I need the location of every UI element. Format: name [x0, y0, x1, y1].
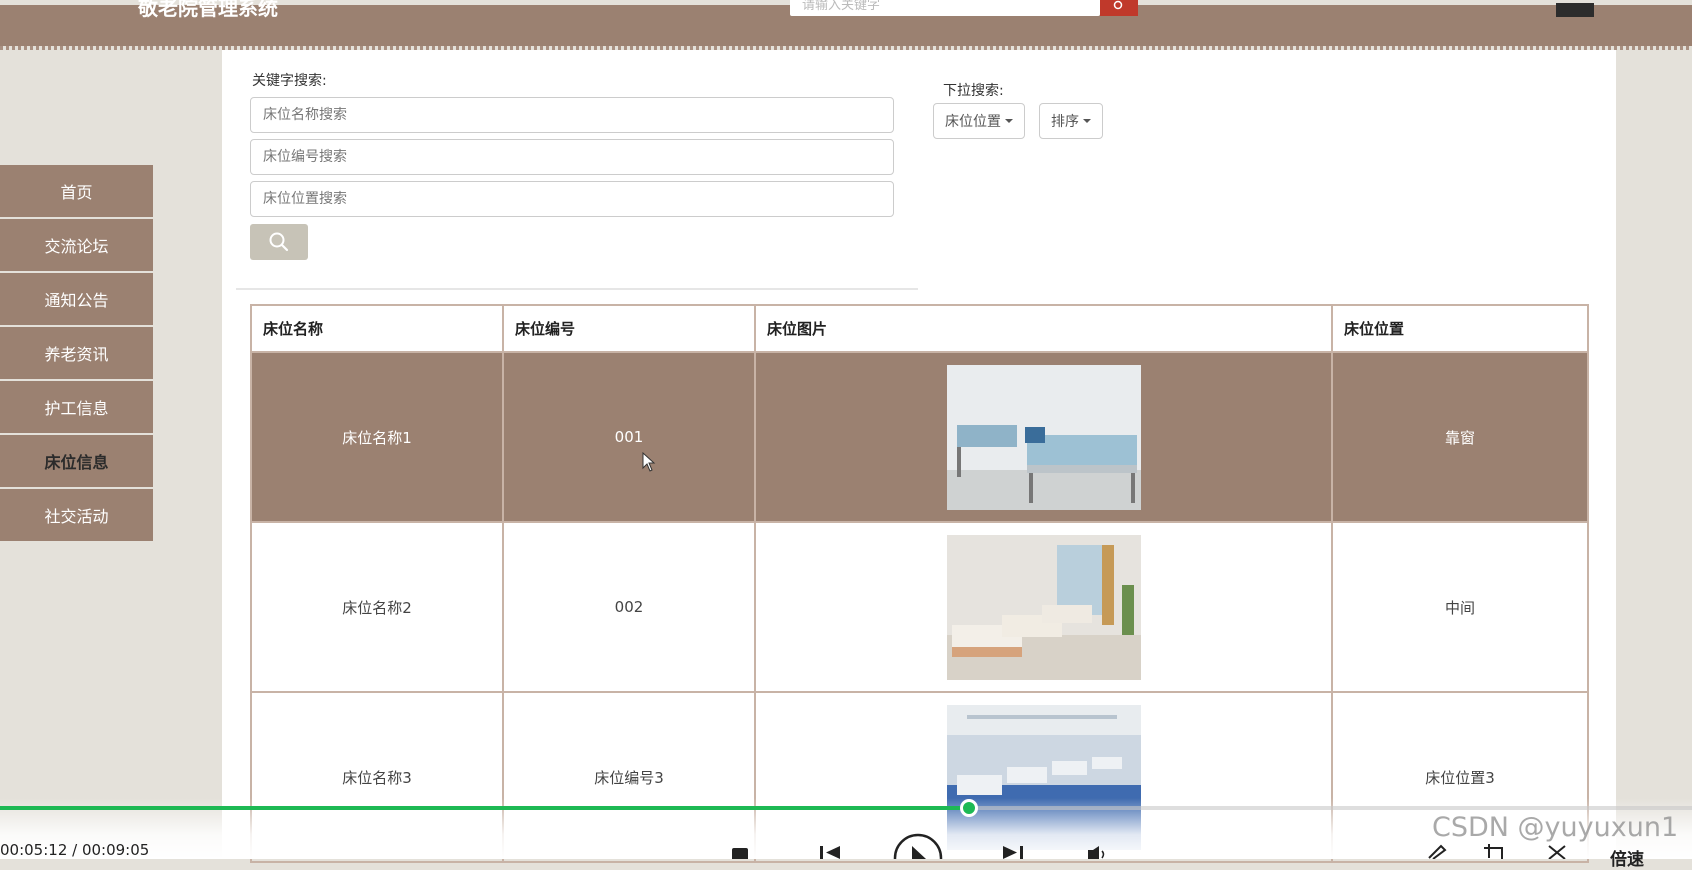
- bed-name-cell: 床位名称2: [250, 521, 504, 693]
- stop-icon[interactable]: [732, 848, 748, 859]
- table-row[interactable]: 床位名称2 002 中间: [250, 521, 1589, 693]
- section-divider: [236, 288, 918, 290]
- table-header-row: 床位名称 床位编号 床位图片 床位位置: [250, 304, 1589, 353]
- column-header-bed-number[interactable]: 床位编号: [502, 304, 756, 353]
- previous-icon[interactable]: [818, 846, 842, 859]
- play-icon[interactable]: [892, 832, 944, 859]
- video-progress-bar[interactable]: [0, 799, 1692, 817]
- search-icon: [269, 232, 289, 252]
- bed-table: 床位名称 床位编号 床位图片 床位位置 床位名称1 001 靠窗 床位名称2 0…: [250, 304, 1589, 863]
- bed-name-search-input[interactable]: [250, 97, 894, 133]
- bed-number-cell: 001: [502, 351, 756, 523]
- bed-location-dropdown[interactable]: 床位位置: [933, 103, 1025, 139]
- top-search-placeholder: 请输入关键字: [802, 0, 881, 13]
- sidebar-item-label: 交流论坛: [44, 237, 109, 256]
- bed-photo[interactable]: [946, 364, 1141, 510]
- search-icon: [1113, 0, 1123, 10]
- dropdown-label: 床位位置: [945, 114, 1001, 130]
- bed-name-cell: 床位名称1: [250, 351, 504, 523]
- dropdown-search-label: 下拉搜索:: [943, 83, 1004, 99]
- top-search-input[interactable]: 请输入关键字: [790, 0, 1100, 16]
- close-icon[interactable]: [1546, 844, 1568, 859]
- sidebar-nav: 首页 交流论坛 通知公告 养老资讯 护工信息 床位信息 社交活动: [0, 165, 153, 543]
- top-search-button[interactable]: [1100, 0, 1138, 16]
- bed-location-cell: 靠窗: [1331, 351, 1589, 523]
- caret-down-icon: [1005, 119, 1013, 123]
- table-row[interactable]: 床位名称1 001 靠窗: [250, 351, 1589, 523]
- crop-icon[interactable]: [1484, 844, 1508, 859]
- sidebar-item-label: 床位信息: [44, 453, 109, 472]
- sidebar-item-label: 社交活动: [44, 507, 109, 526]
- speed-button[interactable]: 倍速: [1610, 845, 1644, 870]
- caret-down-icon: [1083, 119, 1091, 123]
- avatar[interactable]: [1556, 3, 1594, 17]
- progress-handle[interactable]: [959, 799, 978, 817]
- sidebar-item-label: 通知公告: [44, 291, 109, 310]
- sidebar-item-label: 养老资讯: [44, 345, 109, 364]
- sidebar-item-forum[interactable]: 交流论坛: [0, 219, 153, 271]
- sidebar-item-label: 护工信息: [44, 399, 109, 418]
- bed-location-cell: 中间: [1331, 521, 1589, 693]
- sidebar-item-beds[interactable]: 床位信息: [0, 435, 153, 487]
- next-icon[interactable]: [1001, 846, 1025, 859]
- column-header-bed-image[interactable]: 床位图片: [754, 304, 1333, 353]
- sort-dropdown[interactable]: 排序: [1039, 103, 1103, 139]
- bed-location-search-input[interactable]: [250, 181, 894, 217]
- edit-icon[interactable]: [1426, 844, 1448, 859]
- bed-image-cell[interactable]: [754, 351, 1333, 523]
- site-title: 敬老院管理系统: [138, 0, 278, 20]
- column-header-bed-location[interactable]: 床位位置: [1331, 304, 1589, 353]
- playback-time: 00:05:12 / 00:09:05: [0, 841, 150, 859]
- bed-number-cell: 002: [502, 521, 756, 693]
- sidebar-item-elderly-news[interactable]: 养老资讯: [0, 327, 153, 379]
- column-header-bed-name[interactable]: 床位名称: [250, 304, 504, 353]
- dropdown-label: 排序: [1051, 114, 1079, 130]
- search-button[interactable]: [250, 224, 308, 260]
- watermark: CSDN @yuyuxun1: [1432, 812, 1679, 843]
- bed-number-search-input[interactable]: [250, 139, 894, 175]
- sidebar-item-caregivers[interactable]: 护工信息: [0, 381, 153, 433]
- progress-fill: [0, 806, 969, 810]
- keyword-search-label: 关键字搜索:: [252, 73, 327, 89]
- sidebar-item-social-activities[interactable]: 社交活动: [0, 489, 153, 541]
- sidebar-item-notices[interactable]: 通知公告: [0, 273, 153, 325]
- bed-photo[interactable]: [946, 534, 1141, 680]
- sidebar-item-home[interactable]: 首页: [0, 165, 153, 217]
- mouse-cursor-icon: [642, 452, 656, 472]
- bed-image-cell[interactable]: [754, 521, 1333, 693]
- volume-icon[interactable]: [1086, 846, 1110, 859]
- sidebar-item-label: 首页: [60, 183, 93, 202]
